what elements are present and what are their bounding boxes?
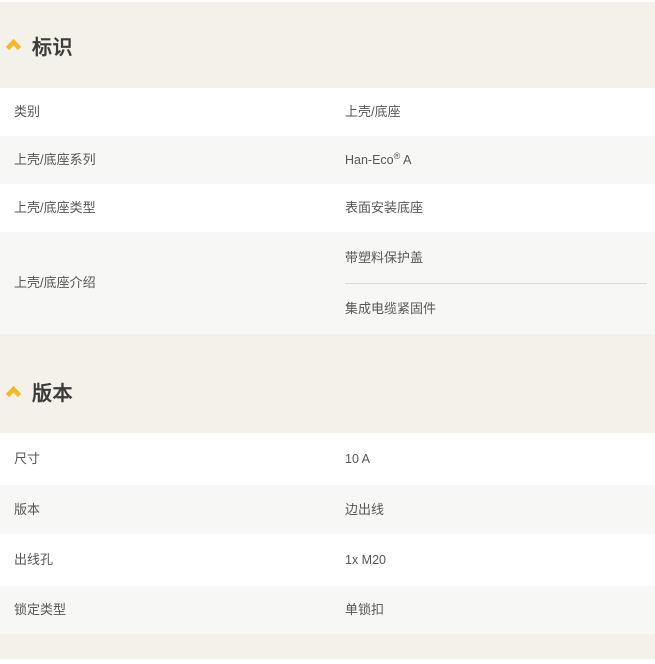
section-header-identification[interactable]: 标识: [0, 2, 655, 88]
spec-value: 单锁扣: [345, 602, 655, 618]
table-row: 版本 边出线: [0, 485, 655, 534]
spec-label: 出线孔: [0, 552, 345, 568]
bottom-edge-strip: [0, 659, 655, 664]
series-name: Han-Eco: [345, 153, 394, 167]
version-spec-table: 尺寸 10 A 版本 边出线 出线孔 1x M20 锁定类型 单锁扣: [0, 433, 655, 634]
spec-label: 上壳/底座系列: [0, 152, 345, 168]
table-row: 上壳/底座类型 表面安装底座: [0, 184, 655, 232]
table-row: 类别 上壳/底座: [0, 88, 655, 136]
spec-value: 集成电缆紧固件: [345, 284, 647, 334]
section-title: 标识: [32, 31, 73, 60]
spec-value: 带塑料保护盖: [345, 232, 647, 283]
spec-label: 尺寸: [0, 451, 345, 467]
spec-label: 类别: [0, 104, 345, 120]
spec-value: 表面安装底座: [345, 200, 655, 216]
series-suffix: A: [400, 153, 411, 167]
spec-value: 边出线: [345, 502, 655, 518]
chevron-up-icon[interactable]: [5, 386, 22, 398]
table-row: 出线孔 1x M20: [0, 534, 655, 586]
table-row: 尺寸 10 A: [0, 433, 655, 485]
spec-value: 10 A: [345, 452, 655, 467]
spec-value: 1x M20: [345, 553, 655, 568]
section-title: 版本: [32, 377, 73, 406]
bottom-gap: [0, 634, 655, 659]
spec-value: Han-Eco® A: [345, 153, 655, 168]
table-row: 上壳/底座介绍 带塑料保护盖 集成电缆紧固件: [0, 232, 655, 334]
table-row: 锁定类型 单锁扣: [0, 586, 655, 634]
spec-value: 上壳/底座: [345, 104, 655, 120]
spec-label: 版本: [0, 502, 345, 518]
spec-value-group: 带塑料保护盖 集成电缆紧固件: [345, 232, 655, 334]
identification-spec-table: 类别 上壳/底座 上壳/底座系列 Han-Eco® A 上壳/底座类型 表面安装…: [0, 88, 655, 334]
spec-label: 上壳/底座介绍: [0, 275, 345, 291]
chevron-up-icon[interactable]: [5, 39, 22, 51]
section-header-version[interactable]: 版本: [0, 334, 655, 433]
spec-label: 锁定类型: [0, 602, 345, 618]
spec-label: 上壳/底座类型: [0, 200, 345, 216]
table-row: 上壳/底座系列 Han-Eco® A: [0, 136, 655, 184]
